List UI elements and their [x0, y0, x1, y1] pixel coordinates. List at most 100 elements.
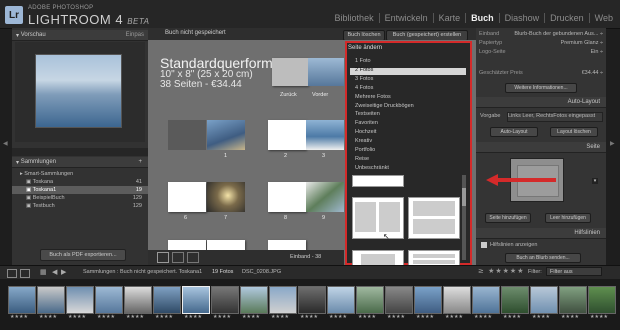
filmstrip-thumbnail[interactable]	[153, 286, 181, 314]
layout-preview[interactable]	[352, 250, 404, 266]
collapse-left-icon[interactable]: ◀	[3, 140, 8, 147]
collection-item[interactable]: ▣ Toskana1 19	[12, 186, 148, 194]
spread-view-icon[interactable]	[172, 252, 184, 263]
menu-item[interactable]: Mehrere Fotos	[355, 94, 391, 100]
clear-layout-button[interactable]: Layout löschen	[550, 127, 598, 137]
setting-row[interactable]: Geschätzter Preis €34.44 ÷	[479, 70, 603, 79]
grid-icon[interactable]: ▦	[40, 268, 47, 276]
chevron-down-icon[interactable]: ▾	[592, 178, 598, 184]
export-pdf-button[interactable]: Buch als PDF exportieren...	[40, 249, 126, 261]
collection-item[interactable]: ▣ Testbuch 129	[12, 202, 148, 210]
page-8[interactable]	[268, 182, 306, 212]
more-info-button[interactable]: Weitere Informationen...	[505, 83, 577, 93]
page-blank-left[interactable]	[168, 120, 206, 150]
menu-item[interactable]: 2 Fotos	[355, 67, 373, 73]
menu-scroll-thumb[interactable]	[462, 188, 466, 206]
menu-item[interactable]: 3 Fotos	[355, 76, 373, 82]
filmstrip-thumbnail[interactable]	[443, 286, 471, 314]
setting-row[interactable]: Logo-Seite Ein ÷	[479, 49, 603, 58]
autolayout-button[interactable]: Auto-Layout	[490, 127, 538, 137]
screen-2-icon[interactable]	[20, 269, 30, 278]
back-arrow-icon[interactable]: ◀	[52, 268, 57, 276]
filmstrip-thumbnail[interactable]	[37, 286, 65, 314]
plus-icon[interactable]: +	[138, 159, 148, 165]
preview-panel-header[interactable]: ▾ Vorschau Einpas	[12, 30, 148, 41]
filmstrip-thumbnail[interactable]	[182, 286, 210, 314]
menu-item[interactable]: Hochzeit	[355, 129, 376, 135]
layout-preview[interactable]	[352, 197, 404, 239]
menu-item[interactable]: 4 Fotos	[355, 85, 373, 91]
menu-item[interactable]: Favoriten	[355, 120, 378, 126]
filmstrip-thumbnail[interactable]	[124, 286, 152, 314]
add-blank-button[interactable]: Leer hinzufügen	[545, 213, 591, 223]
module-bibliothek[interactable]: Bibliothek	[330, 13, 379, 23]
filmstrip-thumbnail[interactable]	[472, 286, 500, 314]
filmstrip-thumbnail[interactable]	[269, 286, 297, 314]
autolayout-header[interactable]: Auto-Layout	[476, 97, 606, 108]
filmstrip-thumbnail[interactable]	[356, 286, 384, 314]
collections-panel-header[interactable]: ▾ Sammlungen +	[12, 157, 148, 168]
filmstrip-thumbnail[interactable]	[501, 286, 529, 314]
page-6[interactable]	[168, 182, 206, 212]
filmstrip-thumbnail[interactable]	[8, 286, 36, 314]
setting-row[interactable]: Einband Blurb-Buch der gebundenen Aus... …	[479, 31, 603, 40]
screen-1-icon[interactable]	[7, 269, 17, 278]
guides-checkbox[interactable]	[481, 242, 487, 248]
menu-item[interactable]: 1 Foto	[355, 58, 371, 64]
filmstrip-thumbnail[interactable]	[95, 286, 123, 314]
page-row3-c[interactable]	[268, 240, 306, 250]
page-row3-b[interactable]	[207, 240, 245, 250]
filmstrip-thumbnail[interactable]	[298, 286, 326, 314]
rating-filter-stars[interactable]: ≥ ★★★★★	[478, 267, 524, 275]
collection-item[interactable]: ▸ Smart-Sammlungen	[12, 170, 148, 178]
page-7[interactable]	[207, 182, 245, 212]
preview-zoom[interactable]: Einpas	[126, 32, 148, 38]
filter-select[interactable]: Filter aus	[546, 267, 602, 276]
send-to-blurb-button[interactable]: Buch an Blurb senden...	[505, 253, 581, 263]
collection-path[interactable]: Sammlungen : Buch nicht gespeichert. Tos…	[83, 269, 202, 275]
page-2[interactable]	[268, 120, 306, 150]
cover-front[interactable]	[308, 58, 344, 86]
add-page-button[interactable]: Seite hinzufügen	[485, 213, 531, 223]
filmstrip-thumbnail[interactable]	[559, 286, 587, 314]
filmstrip-thumbnail[interactable]	[588, 286, 616, 314]
layout-preview[interactable]	[408, 197, 460, 239]
menu-item[interactable]: Portfolio	[355, 147, 375, 153]
filmstrip-thumbnail[interactable]	[327, 286, 355, 314]
module-drucken[interactable]: Drucken	[544, 13, 589, 23]
module-diashow[interactable]: Diashow	[498, 13, 545, 23]
filmstrip-thumbnail[interactable]	[414, 286, 442, 314]
collection-item[interactable]: ▣ Toskana 41	[12, 178, 148, 186]
setting-row[interactable]: Papiertyp Premium Glanz ÷	[479, 40, 603, 49]
menu-item[interactable]: Kreativ	[355, 138, 372, 144]
module-buch[interactable]: Buch	[465, 13, 499, 23]
collapse-right-icon[interactable]: ▶	[610, 140, 615, 147]
filmstrip-thumbnail[interactable]	[530, 286, 558, 314]
cover-back[interactable]	[272, 58, 308, 86]
grid-view-icon[interactable]	[157, 252, 169, 263]
filmstrip-thumbnail[interactable]	[211, 286, 239, 314]
guides-header[interactable]: Hilfslinien	[476, 228, 606, 239]
module-web[interactable]: Web	[588, 13, 618, 23]
collection-item[interactable]: ▣ BeispielBuch 129	[12, 194, 148, 202]
menu-item[interactable]: Unbeschränkt	[355, 165, 389, 171]
menu-item[interactable]: Zweiseitige Druckbögen	[355, 103, 414, 109]
page-row3-a[interactable]	[168, 240, 206, 250]
page-header[interactable]: Seite	[476, 142, 606, 153]
filmstrip-thumbnail[interactable]	[240, 286, 268, 314]
menu-item[interactable]: Textseiten	[355, 111, 380, 117]
page-3[interactable]	[306, 120, 344, 150]
page-9[interactable]	[306, 182, 344, 212]
preset-select[interactable]: Links Leer, RechtsFotos eingepasst	[507, 112, 603, 122]
page-1[interactable]	[207, 120, 245, 150]
menu-item[interactable]: Reise	[355, 156, 369, 162]
module-karte[interactable]: Karte	[432, 13, 466, 23]
single-page-icon[interactable]	[187, 252, 199, 263]
page-number: 2	[284, 153, 288, 159]
filmstrip-thumbnail[interactable]	[66, 286, 94, 314]
layout-preview[interactable]	[352, 175, 404, 187]
forward-arrow-icon[interactable]: ▶	[61, 268, 66, 276]
module-entwickeln[interactable]: Entwickeln	[378, 13, 433, 23]
filmstrip-thumbnail[interactable]	[385, 286, 413, 314]
layout-preview[interactable]	[408, 250, 460, 266]
